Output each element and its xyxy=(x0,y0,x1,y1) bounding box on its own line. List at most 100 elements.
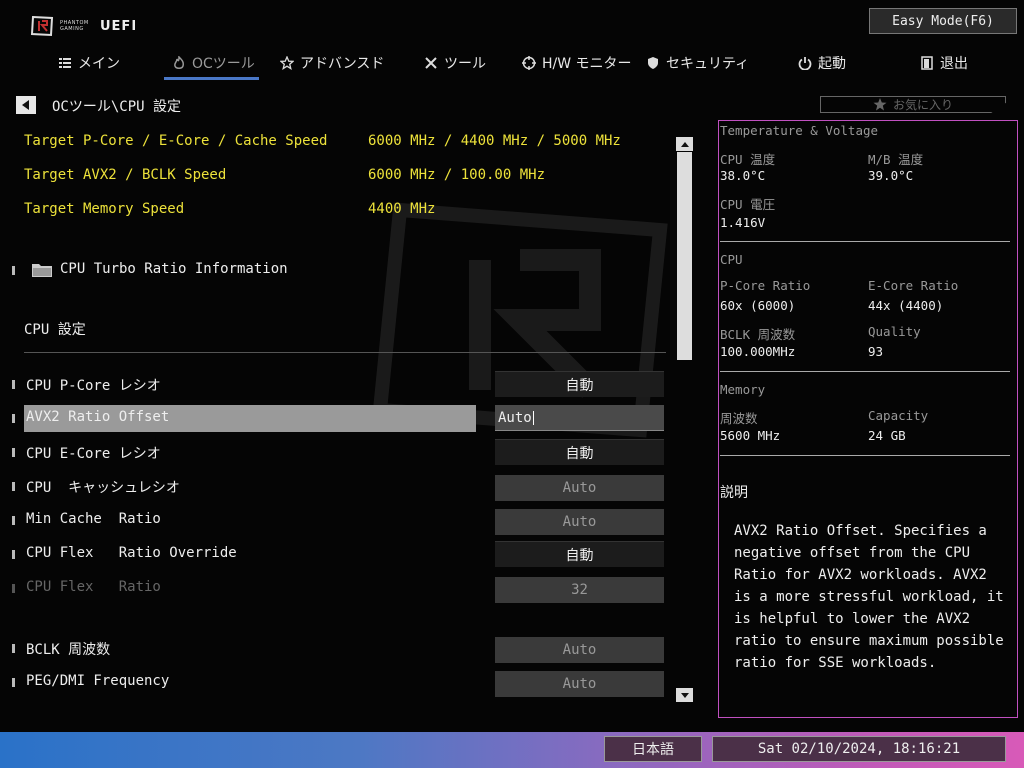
setting-flex-override-label[interactable]: CPU Flex Ratio Override xyxy=(26,545,237,561)
brand-small-text: PHANTOM GAMING xyxy=(60,20,89,32)
target-avx2-bclk-value: 6000 MHz / 100.00 MHz xyxy=(368,167,546,183)
cpu-section-title: CPU xyxy=(720,252,743,267)
tab-main-label: メイン xyxy=(78,56,120,72)
tab-main[interactable]: メイン xyxy=(58,48,120,78)
tab-boot-label: 起動 xyxy=(818,56,846,72)
row-marker xyxy=(12,644,15,653)
crosshair-icon xyxy=(522,56,536,70)
setting-pcore-ratio-value[interactable]: 自動 xyxy=(495,371,664,397)
description-title: 説明 xyxy=(720,485,748,501)
chevron-down-icon xyxy=(680,692,689,698)
tab-oc-tweaker-label: OCツール xyxy=(192,56,255,72)
row-marker xyxy=(12,482,15,491)
ecore-ratio-label: E-Core Ratio xyxy=(868,278,959,293)
setting-cache-ratio-label[interactable]: CPU キャッシュレシオ xyxy=(26,477,180,497)
setting-ecore-ratio-value[interactable]: 自動 xyxy=(495,439,664,465)
target-memory-label: Target Memory Speed xyxy=(24,201,185,217)
tab-exit[interactable]: 退出 xyxy=(920,48,968,78)
exit-icon xyxy=(920,56,934,70)
panel-divider xyxy=(720,241,1010,242)
target-core-speed-label: Target P-Core / E-Core / Cache Speed xyxy=(24,133,328,149)
flame-icon xyxy=(172,56,186,70)
setting-cache-ratio-value[interactable]: Auto xyxy=(495,475,664,501)
section-title: CPU 設定 xyxy=(24,322,86,338)
scroll-down-button[interactable] xyxy=(676,688,693,702)
setting-flex-ratio-label: CPU Flex Ratio xyxy=(26,579,161,595)
cpu-temp-value: 38.0°C xyxy=(720,168,766,183)
memory-capacity-label: Capacity xyxy=(868,408,929,423)
memory-capacity-value: 24 GB xyxy=(868,428,906,443)
setting-avx2-offset-value: Auto xyxy=(498,409,532,426)
tab-exit-label: 退出 xyxy=(940,56,968,72)
text-cursor xyxy=(532,410,534,425)
description-text: AVX2 Ratio Offset. Specifies a negative … xyxy=(734,523,1004,671)
star-icon xyxy=(280,56,294,70)
cpu-temp-label: CPU 温度 xyxy=(720,152,776,167)
setting-bclk-value[interactable]: Auto xyxy=(495,637,664,663)
tab-advanced-label: アドバンスド xyxy=(300,56,385,72)
back-arrow-icon xyxy=(22,100,29,110)
memory-freq-label: 周波数 xyxy=(720,411,758,426)
pcore-ratio-value: 60x (6000) xyxy=(720,298,796,313)
setting-bclk-label[interactable]: BCLK 周波数 xyxy=(26,639,110,659)
panel-divider xyxy=(720,455,1010,456)
shield-icon xyxy=(646,56,660,70)
setting-peg-dmi-value[interactable]: Auto xyxy=(495,671,664,697)
setting-ecore-ratio-label[interactable]: CPU E-Core レシオ xyxy=(26,443,161,463)
turbo-ratio-info-link[interactable]: CPU Turbo Ratio Information xyxy=(60,261,288,277)
back-button[interactable] xyxy=(16,96,36,114)
setting-flex-ratio-value: 32 xyxy=(495,577,664,603)
brand-uefi-text: UEFI xyxy=(100,18,138,34)
tab-tool-label: ツール xyxy=(444,56,486,72)
tab-tool[interactable]: ツール xyxy=(424,48,486,78)
setting-avx2-offset-input[interactable]: Auto xyxy=(495,405,664,431)
panel-title: Temperature & Voltage xyxy=(720,123,879,138)
row-marker xyxy=(12,414,15,423)
tab-boot[interactable]: 起動 xyxy=(798,48,846,78)
mb-temp-value: 39.0°C xyxy=(868,168,914,183)
tab-security-label: セキュリティ xyxy=(666,56,750,72)
folder-icon xyxy=(32,264,52,277)
setting-pcore-ratio-label[interactable]: CPU P-Core レシオ xyxy=(26,375,161,395)
row-marker xyxy=(12,678,15,687)
active-tab-indicator xyxy=(164,77,259,80)
tab-advanced[interactable]: アドバンスド xyxy=(280,48,384,78)
favorites-button[interactable]: お気に入り xyxy=(820,96,1006,113)
phantom-gaming-logo-icon xyxy=(30,15,54,37)
quality-label: Quality xyxy=(868,324,921,339)
setting-min-cache-ratio-label[interactable]: Min Cache Ratio xyxy=(26,511,161,527)
section-divider xyxy=(24,352,666,353)
row-marker xyxy=(12,550,15,559)
list-icon xyxy=(58,56,72,70)
setting-min-cache-ratio-value[interactable]: Auto xyxy=(495,509,664,535)
language-button[interactable]: 日本語 xyxy=(604,736,702,762)
easy-mode-button[interactable]: Easy Mode(F6) xyxy=(869,8,1017,34)
cpu-volt-value: 1.416V xyxy=(720,215,766,230)
datetime-display: Sat 02/10/2024, 18:16:21 xyxy=(712,736,1006,762)
tab-hw-monitor[interactable]: H/W モニター xyxy=(522,48,632,78)
memory-freq-value: 5600 MHz xyxy=(720,428,781,443)
power-icon xyxy=(798,56,812,70)
target-core-speed-value: 6000 MHz / 4400 MHz / 5000 MHz xyxy=(368,133,621,149)
scrollbar-thumb[interactable] xyxy=(677,152,692,360)
row-marker xyxy=(12,448,15,457)
quality-value: 93 xyxy=(868,344,884,359)
target-avx2-bclk-label: Target AVX2 / BCLK Speed xyxy=(24,167,227,183)
scroll-up-button[interactable] xyxy=(676,137,693,151)
memory-section-title: Memory xyxy=(720,382,766,397)
bclk-freq-label: BCLK 周波数 xyxy=(720,327,796,342)
tab-oc-tweaker[interactable]: OCツール xyxy=(172,48,255,78)
target-memory-value: 4400 MHz xyxy=(368,201,436,217)
row-marker xyxy=(12,380,15,389)
setting-avx2-offset-label[interactable]: AVX2 Ratio Offset xyxy=(26,409,169,425)
brand-logo: PHANTOM GAMING UEFI xyxy=(30,14,137,38)
row-marker xyxy=(12,266,15,275)
favorites-label: お気に入り xyxy=(892,98,953,112)
ecore-ratio-value: 44x (4400) xyxy=(868,298,944,313)
setting-flex-override-value[interactable]: 自動 xyxy=(495,541,664,567)
tab-security[interactable]: セキュリティ xyxy=(646,48,749,78)
setting-peg-dmi-label[interactable]: PEG/DMI Frequency xyxy=(26,673,169,689)
row-marker xyxy=(12,516,15,525)
bclk-freq-value: 100.000MHz xyxy=(720,344,796,359)
panel-divider xyxy=(720,371,1010,372)
